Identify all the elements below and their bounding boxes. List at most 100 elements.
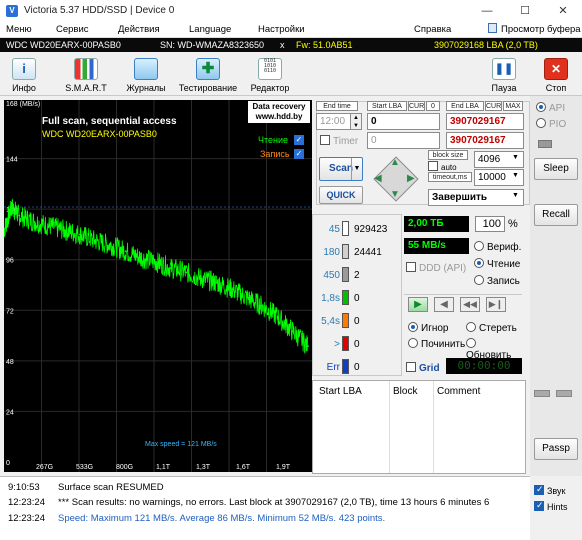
block-timing-label: 450 xyxy=(323,270,340,281)
read-speed-point xyxy=(215,281,218,284)
block-color-swatch xyxy=(342,359,349,374)
read-speed-point xyxy=(109,244,112,246)
max-speed-label: Max speed = 121 MB/s xyxy=(145,441,217,448)
timer-checkbox[interactable]: Timer xyxy=(320,135,358,147)
smart-button[interactable]: S.M.A.R.T xyxy=(62,56,110,94)
end-lba-input[interactable]: 3907029167 xyxy=(446,113,524,130)
read-speed-point xyxy=(291,330,294,333)
api-radio[interactable]: API xyxy=(536,102,565,114)
read-speed-point xyxy=(18,214,21,217)
menu-main[interactable]: Меню xyxy=(6,24,32,35)
menu-service[interactable]: Сервис xyxy=(56,24,89,35)
end-time-spinner[interactable]: ▲ ▼ xyxy=(350,113,362,130)
y-tick-label: 144 xyxy=(6,157,18,164)
ddd-api-checkbox[interactable]: DDD (API) xyxy=(406,262,466,274)
graph-title: Full scan, sequential access xyxy=(42,116,177,127)
verify-radio[interactable]: Вериф. xyxy=(474,241,521,253)
remap-radio[interactable]: Починить xyxy=(408,338,465,350)
skip-back-icon[interactable]: ◀◀ xyxy=(460,297,480,312)
close-drive-icon[interactable]: x xyxy=(276,39,290,51)
arrow-left-icon[interactable]: ◀ xyxy=(374,173,382,184)
block-timing-row: >0 xyxy=(312,333,402,357)
drive-firmware: Fw: 51.0AB51 xyxy=(292,39,428,51)
info-button[interactable]: i Инфо xyxy=(0,56,48,94)
clipboard-view-menu[interactable]: Просмотр буфера xyxy=(501,24,581,35)
scan-button[interactable]: Scan ▼ xyxy=(319,157,363,181)
block-timing-row: 180 24441 xyxy=(312,241,402,265)
write-radio[interactable]: Запись xyxy=(474,275,520,287)
block-timing-count: 0 xyxy=(354,316,360,327)
x-tick-label: 1,1T xyxy=(156,464,171,471)
end-lba-max-button[interactable]: MAX xyxy=(503,101,523,111)
logs-button[interactable]: Журналы xyxy=(122,56,170,94)
ignore-radio[interactable]: Игнор xyxy=(408,322,448,334)
recall-button[interactable]: Recall xyxy=(534,204,578,226)
timer-input[interactable]: 0 xyxy=(367,132,440,149)
x-tick-label: 1,3T xyxy=(196,464,211,471)
led-2-icon xyxy=(556,390,572,397)
finish-action-select[interactable]: Завершить xyxy=(428,189,524,206)
current-speed: 55 MB/s xyxy=(404,238,469,254)
x-tick-label: 267G xyxy=(36,464,53,471)
start-lba-label: Start LBA xyxy=(367,101,407,111)
play-icon[interactable]: ▶ xyxy=(408,297,428,312)
block-timing-label: > xyxy=(334,339,340,350)
read-speed-point xyxy=(261,305,264,307)
progress-percent: 100 xyxy=(475,216,505,232)
status-panel: 2,00 ТБ 100 % 55 MB/s Вериф. Чтение DDD … xyxy=(404,214,524,376)
drive-info-strip: WDC WD20EARX-00PASB0 SN: WD-WMAZA8323650… xyxy=(0,38,582,52)
editor-button[interactable]: 0101 1010 0110 Редактор xyxy=(246,56,294,94)
read-speed-point xyxy=(94,239,97,242)
indicator-icon xyxy=(538,140,552,148)
stop-button[interactable]: ✕ Стоп xyxy=(532,56,580,94)
sound-checkbox[interactable]: Звук xyxy=(534,484,565,496)
start-lba-cur-button[interactable]: CUR xyxy=(408,101,425,111)
read-speed-point xyxy=(33,220,36,223)
scan-dropdown-icon[interactable]: ▼ xyxy=(351,158,362,180)
maximize-button[interactable]: ☐ xyxy=(506,0,544,22)
y-tick-label: 96 xyxy=(6,258,14,265)
read-speed-point xyxy=(155,260,157,263)
start-lba-input[interactable]: 0 xyxy=(367,113,440,130)
logs-icon xyxy=(134,58,158,80)
pio-radio[interactable]: PIO xyxy=(536,118,566,130)
passp-button[interactable]: Passp xyxy=(534,438,578,460)
menu-language[interactable]: Language xyxy=(189,24,231,35)
menu-settings[interactable]: Настройки xyxy=(258,24,305,35)
app-icon: V xyxy=(6,5,18,17)
menu-actions[interactable]: Действия xyxy=(118,24,160,35)
sleep-button[interactable]: Sleep xyxy=(534,158,578,180)
block-timing-label: 1,8s xyxy=(321,293,340,304)
chevron-down-icon: ▼ xyxy=(512,172,519,179)
y-tick-label: 24 xyxy=(6,409,14,416)
arrow-down-icon[interactable]: ▼ xyxy=(390,189,400,200)
start-lba-zero-button[interactable]: 0 xyxy=(426,101,440,111)
quick-button[interactable]: QUICK xyxy=(319,186,363,204)
auto-checkbox[interactable]: auto xyxy=(428,161,457,172)
read-toggle-checkbox[interactable]: ✓ xyxy=(294,135,304,145)
menu-bar: Меню Сервис Действия Language Настройки … xyxy=(0,22,582,38)
erase-radio[interactable]: Стереть xyxy=(466,322,517,334)
block-timing-count: 0 xyxy=(354,362,360,373)
pause-button[interactable]: ❚❚ Пауза xyxy=(480,56,528,94)
arrow-right-icon[interactable]: ▶ xyxy=(407,173,415,184)
arrow-up-icon[interactable]: ▲ xyxy=(390,157,400,168)
read-radio[interactable]: Чтение xyxy=(474,258,520,270)
menu-help[interactable]: Справка xyxy=(414,24,451,35)
rewind-icon[interactable]: ◀ xyxy=(434,297,454,312)
end-lba-cur-button[interactable]: CUR xyxy=(485,101,502,111)
hints-checkbox[interactable]: Hints xyxy=(534,500,568,512)
block-timing-label: 45 xyxy=(328,224,340,235)
minimize-button[interactable]: — xyxy=(468,0,506,22)
block-timing-count: 0 xyxy=(354,293,360,304)
testing-button[interactable]: ✚ Тестирование xyxy=(179,56,237,94)
close-button[interactable]: ✕ xyxy=(544,0,582,22)
block-timing-row: Err 0 xyxy=(312,356,402,380)
read-speed-point xyxy=(79,233,81,236)
write-toggle-checkbox[interactable]: ✓ xyxy=(294,149,304,159)
block-color-swatch xyxy=(342,290,349,305)
grid-checkbox[interactable]: Grid xyxy=(406,362,440,374)
right-side-panel: API PIO Sleep Recall Passp xyxy=(530,96,582,476)
info-icon: i xyxy=(12,58,36,80)
skip-end-icon[interactable]: ▶❙ xyxy=(486,297,506,312)
